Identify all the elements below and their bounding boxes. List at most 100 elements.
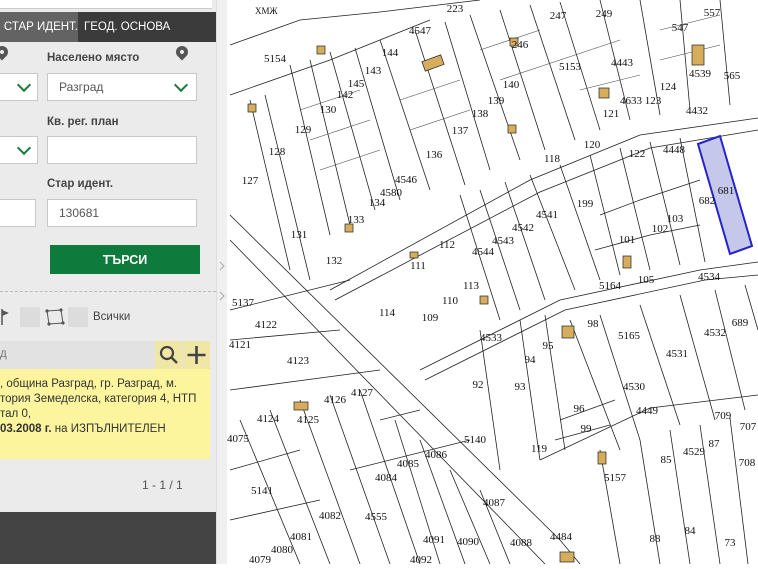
flag-icon[interactable] <box>0 307 12 327</box>
parcel-label[interactable]: 137 <box>452 125 469 137</box>
parcel-label[interactable]: 681 <box>718 185 735 197</box>
parcel-label[interactable]: 123 <box>645 95 662 107</box>
parcel-label[interactable]: 4547 <box>409 25 432 37</box>
parcel-label[interactable]: 4075 <box>227 433 250 445</box>
all-select-box[interactable] <box>68 307 88 327</box>
parcel-label[interactable]: 129 <box>295 124 312 136</box>
parcel-label[interactable]: 124 <box>660 81 677 93</box>
parcel-label[interactable]: 144 <box>382 47 399 59</box>
parcel-label[interactable]: 94 <box>525 354 537 366</box>
parcel-label[interactable]: 119 <box>531 443 548 455</box>
parcel-label[interactable]: 133 <box>348 214 365 226</box>
parcel-label[interactable]: 99 <box>581 423 593 435</box>
parcel-label[interactable]: 4449 <box>636 405 659 417</box>
parcel-label[interactable]: 4539 <box>689 68 712 80</box>
tab-old-id[interactable]: СТАР ИДЕНТ. <box>0 12 78 42</box>
parcel-label[interactable]: 4090 <box>457 536 480 548</box>
parcel-label[interactable]: 4085 <box>397 458 420 470</box>
parcel-label[interactable]: 85 <box>661 454 673 466</box>
parcel-label[interactable]: 136 <box>426 149 443 161</box>
parcel-label[interactable]: 5165 <box>618 330 641 342</box>
parcel-label[interactable]: 557 <box>704 7 721 19</box>
parcel-label[interactable]: 140 <box>503 79 520 91</box>
parcel-label[interactable]: 547 <box>672 22 689 34</box>
parcel-label[interactable]: 199 <box>577 198 594 210</box>
parcel-label[interactable]: 4080 <box>271 544 294 556</box>
parcel-label[interactable]: 109 <box>422 312 439 324</box>
result-search-bar[interactable]: д <box>0 341 210 369</box>
parcel-label[interactable]: 5137 <box>232 297 255 309</box>
parcel-label[interactable]: 138 <box>472 108 489 120</box>
parcel-label[interactable]: 122 <box>629 148 646 160</box>
parcel-label[interactable]: 4448 <box>663 144 686 156</box>
parcel-label[interactable]: 84 <box>685 525 697 537</box>
parcel-label[interactable]: 134 <box>369 197 386 209</box>
parcel-label[interactable]: 4530 <box>623 381 646 393</box>
left-input[interactable] <box>0 199 36 227</box>
parcel-label[interactable]: 5164 <box>599 280 622 292</box>
settlement-select[interactable]: Разград <box>47 73 197 101</box>
parcel-label[interactable]: 110 <box>442 295 459 307</box>
parcel-label[interactable]: 120 <box>584 139 601 151</box>
all-label[interactable]: Всички <box>93 311 130 323</box>
parcel-label[interactable]: 4081 <box>290 531 312 543</box>
result-card[interactable]: , община Разград, гр. Разград, м. тория … <box>0 369 210 459</box>
parcel-label[interactable]: 105 <box>638 274 655 286</box>
parcel-label[interactable]: 4484 <box>550 531 573 543</box>
parcel-label[interactable]: 128 <box>269 146 286 158</box>
parcel-label[interactable]: 565 <box>724 70 741 82</box>
parcel-label[interactable]: 121 <box>603 108 620 120</box>
parcel-label[interactable]: 4432 <box>686 105 708 117</box>
parcel-label[interactable]: 5153 <box>559 61 582 73</box>
location-pin-icon[interactable] <box>173 43 191 61</box>
parcel-label[interactable]: 4555 <box>365 511 388 523</box>
old-id-input[interactable]: 130681 <box>47 199 197 227</box>
parcel-label[interactable]: 4126 <box>324 394 347 406</box>
parcel-label[interactable]: 4123 <box>287 355 310 367</box>
parcel-label[interactable]: 4127 <box>351 387 374 399</box>
parcel-label[interactable]: 143 <box>365 65 382 77</box>
parcel-label[interactable]: 103 <box>667 213 684 225</box>
parcel-label[interactable]: 4443 <box>611 57 634 69</box>
parcel-label[interactable]: 4121 <box>229 339 251 351</box>
parcel-label[interactable]: 4082 <box>319 510 341 522</box>
parcel-label[interactable]: 709 <box>715 410 732 422</box>
municipality-select[interactable] <box>0 73 38 101</box>
parcel-label[interactable]: 88 <box>650 533 662 545</box>
parcel-label[interactable]: 4124 <box>257 413 280 425</box>
parcel-label[interactable]: 4122 <box>255 319 277 331</box>
parcel-label[interactable]: 95 <box>543 340 555 352</box>
parcel-label[interactable]: 112 <box>439 239 455 251</box>
map-canvas[interactable]: ХМЖ 223 247 249 557 4547 246 5154 144 5153 4443 54… <box>227 0 758 564</box>
parcel-label[interactable]: 118 <box>544 153 561 165</box>
parcel-label[interactable]: 246 <box>512 39 529 51</box>
parcel-label[interactable]: 5157 <box>604 472 627 484</box>
parcel-label[interactable]: 127 <box>242 175 259 187</box>
parcel-label[interactable]: 4125 <box>297 414 320 426</box>
parcel-label[interactable]: 92 <box>473 379 484 391</box>
parcel-label[interactable]: 4084 <box>375 472 398 484</box>
parcel-label[interactable]: 708 <box>739 457 756 469</box>
parcel-label[interactable]: 139 <box>488 95 505 107</box>
parcel-label[interactable]: 4086 <box>425 449 448 461</box>
parcel-label[interactable]: 113 <box>463 280 480 292</box>
parcel-label[interactable]: 73 <box>725 537 737 549</box>
parcel-label[interactable]: 102 <box>652 223 669 235</box>
parcel-label[interactable]: 689 <box>732 317 749 329</box>
parcel-label[interactable]: 223 <box>447 3 464 15</box>
parcel-label[interactable]: 132 <box>326 255 343 267</box>
parcel-label[interactable]: 5154 <box>264 53 287 65</box>
parcel-label[interactable]: 682 <box>699 195 716 207</box>
parcel-label[interactable]: 4541 <box>536 209 558 221</box>
parcel-label[interactable]: 4092 <box>410 554 432 564</box>
quarter-select[interactable] <box>0 136 38 164</box>
plus-icon[interactable] <box>183 341 210 369</box>
parcel-label[interactable]: 87 <box>709 438 721 450</box>
parcel-label[interactable]: 4079 <box>249 554 272 564</box>
parcel-label[interactable]: 4546 <box>395 174 418 186</box>
parcel-label[interactable]: 247 <box>550 10 567 22</box>
cadastral-map[interactable]: ХМЖ 223 247 249 557 4547 246 5154 144 5153 4443 54… <box>227 0 758 564</box>
parcel-label[interactable]: 707 <box>740 421 757 433</box>
tab-geodetic-base[interactable]: ГЕОД. ОСНОВА <box>84 12 170 42</box>
parcel-label[interactable]: 114 <box>379 307 396 319</box>
